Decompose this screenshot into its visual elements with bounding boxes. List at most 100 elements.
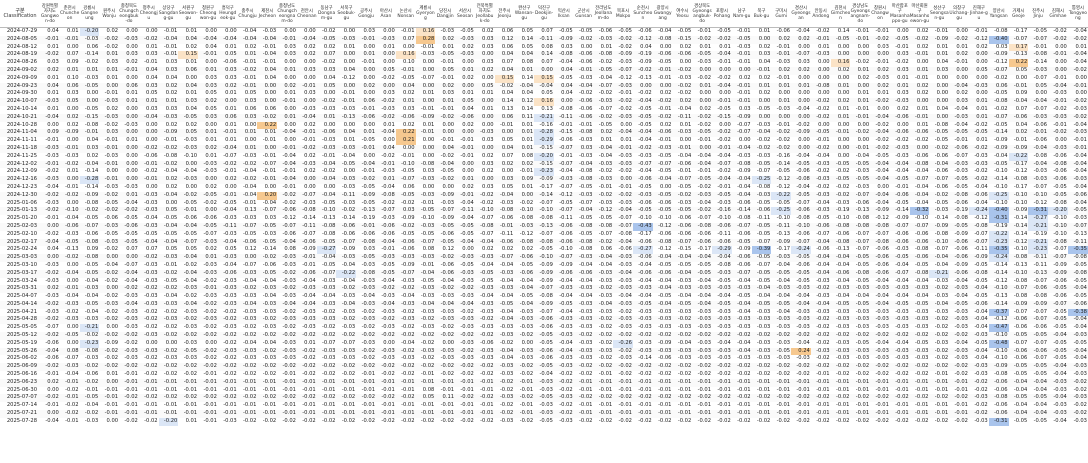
value-cell: 0.06 [264,105,277,112]
row-date: 2025-07-14 [6,402,37,409]
value-cell: 0.00 [66,339,79,346]
value-cell: -0.02 [45,168,59,175]
value-cell: -0.05 [658,293,672,300]
value-cell: -0.05 [974,129,988,136]
value-cell: 0.00 [205,339,217,346]
value-cell: 0.00 [482,121,494,128]
value-cell: -0.04 [440,300,455,307]
value-cell: -0.03 [1033,113,1048,120]
value-cell: -0.03 [638,191,652,198]
value-cell: -0.14 [737,207,751,214]
value-cell: -0.01 [697,168,712,175]
value-cell: -0.05 [203,191,217,198]
value-cell: 0.01 [66,28,79,34]
value-cell: -0.02 [104,316,119,323]
value-cell: -0.06 [1033,137,1048,144]
value-cell: -0.02 [84,363,99,370]
value-cell: -0.02 [45,316,59,323]
value-cell: 0.00 [185,183,198,190]
value-cell: -0.12 [1013,238,1028,245]
value-cell: -0.06 [994,402,1008,409]
value-cell: -0.07 [1033,355,1048,362]
value-cell: -0.10 [915,215,929,222]
value-cell: -0.01 [440,402,455,409]
value-cell: 0.00 [383,137,395,144]
region-header: 춘천시 Chuncheon [59,0,80,28]
value-cell: 0.01 [225,105,237,112]
value-cell: -0.03 [440,316,455,323]
value-cell: 0.00 [462,168,474,175]
value-cell: -0.03 [144,269,158,276]
value-cell: -0.02 [401,308,415,315]
value-cell: 0.03 [323,66,336,73]
value-cell: -0.06 [697,238,712,245]
value-cell: -0.03 [242,355,257,362]
value-cell: -0.04 [1013,378,1028,385]
value-cell: -0.03 [875,347,889,354]
region-header-ko: 강원특별자치도 [41,3,58,14]
table-row: 2025-04-14 -0.02 -0.03 -0.05 -0.03 -0.04 -0.03… [0,300,1088,309]
value-cell: -0.02 [480,316,494,323]
value-cell: 0.07 [541,28,553,34]
value-cell: -0.02 [401,285,415,292]
value-cell: -0.05 [381,261,395,268]
value-cell: -0.02 [183,332,198,339]
value-cell: -0.08 [480,222,494,229]
value-cell: -0.06 [954,199,968,206]
value-cell: 0.06 [501,43,514,50]
value-cell: -0.07 [1033,183,1048,190]
value-cell: -0.05 [737,238,751,245]
value-cell: -0.07 [341,339,356,346]
row-date: 2025-04-28 [6,316,37,323]
value-cell: -0.05 [262,222,277,229]
value-cell: -0.05 [1013,394,1028,401]
value-cell: -0.04 [322,254,336,261]
value-cell: -0.09 [539,277,553,284]
value-cell: -0.47 [988,324,1009,333]
value-cell: -0.02 [934,394,949,401]
value-cell: -0.06 [915,129,929,136]
region-header: 마산회원구 Masanhoewon-gu [909,0,930,28]
table-row: 2024-11-18 -0.03 -0.01 0.03 -0.01 0.00 -0.02 -0… [0,144,1088,153]
value-cell: -0.03 [816,160,830,167]
value-cell: -0.02 [717,363,731,370]
value-cell: -0.04 [183,269,198,276]
value-cell: 0.04 [343,66,356,73]
value-cell: -0.03 [45,152,59,159]
value-cell: -0.10 [322,207,336,214]
value-cell: -0.08 [381,191,395,198]
value-cell: -0.02 [994,74,1008,81]
value-cell: -0.04 [45,183,59,190]
value-cell: -0.03 [203,238,217,245]
value-cell: -0.03 [1053,144,1067,151]
value-cell: 0.02 [521,246,534,253]
value-cell: 0.03 [146,82,158,89]
value-cell: -0.08 [974,222,988,229]
value-cell: -0.13 [1013,261,1028,268]
value-cell: 0.00 [126,160,138,167]
value-cell: -0.02 [203,324,217,331]
value-cell: 0.00 [422,152,435,159]
value-cell: -0.03 [282,347,296,354]
value-cell: -0.04 [559,293,573,300]
value-cell: -0.05 [420,207,435,214]
value-cell: -0.03 [717,316,731,323]
table-row: 2025-03-31 0.02 -0.01 -0.03 0.00 -0.02 -0.02 -0… [0,285,1088,294]
value-cell: -0.04 [994,152,1008,159]
region-header-en: Gunsan [575,13,592,19]
value-cell: -0.05 [1073,207,1087,214]
region-header: 덕진구 Deokjin-gu [534,0,554,28]
value-cell: -0.03 [1073,371,1087,378]
value-cell: 0.04 [383,144,395,151]
value-cell: -0.04 [262,277,277,284]
value-cell: -0.06 [1053,293,1067,300]
value-cell: -0.06 [994,378,1008,385]
value-cell: -0.01 [381,402,395,409]
value-cell: -0.08 [499,207,514,214]
value-cell: 0.01 [205,129,217,136]
value-cell: -0.06 [440,269,455,276]
value-cell: -0.04 [242,339,257,346]
value-cell: 0.09 [66,59,79,66]
value-cell: -0.04 [519,82,534,89]
value-cell: -0.02 [895,371,909,378]
